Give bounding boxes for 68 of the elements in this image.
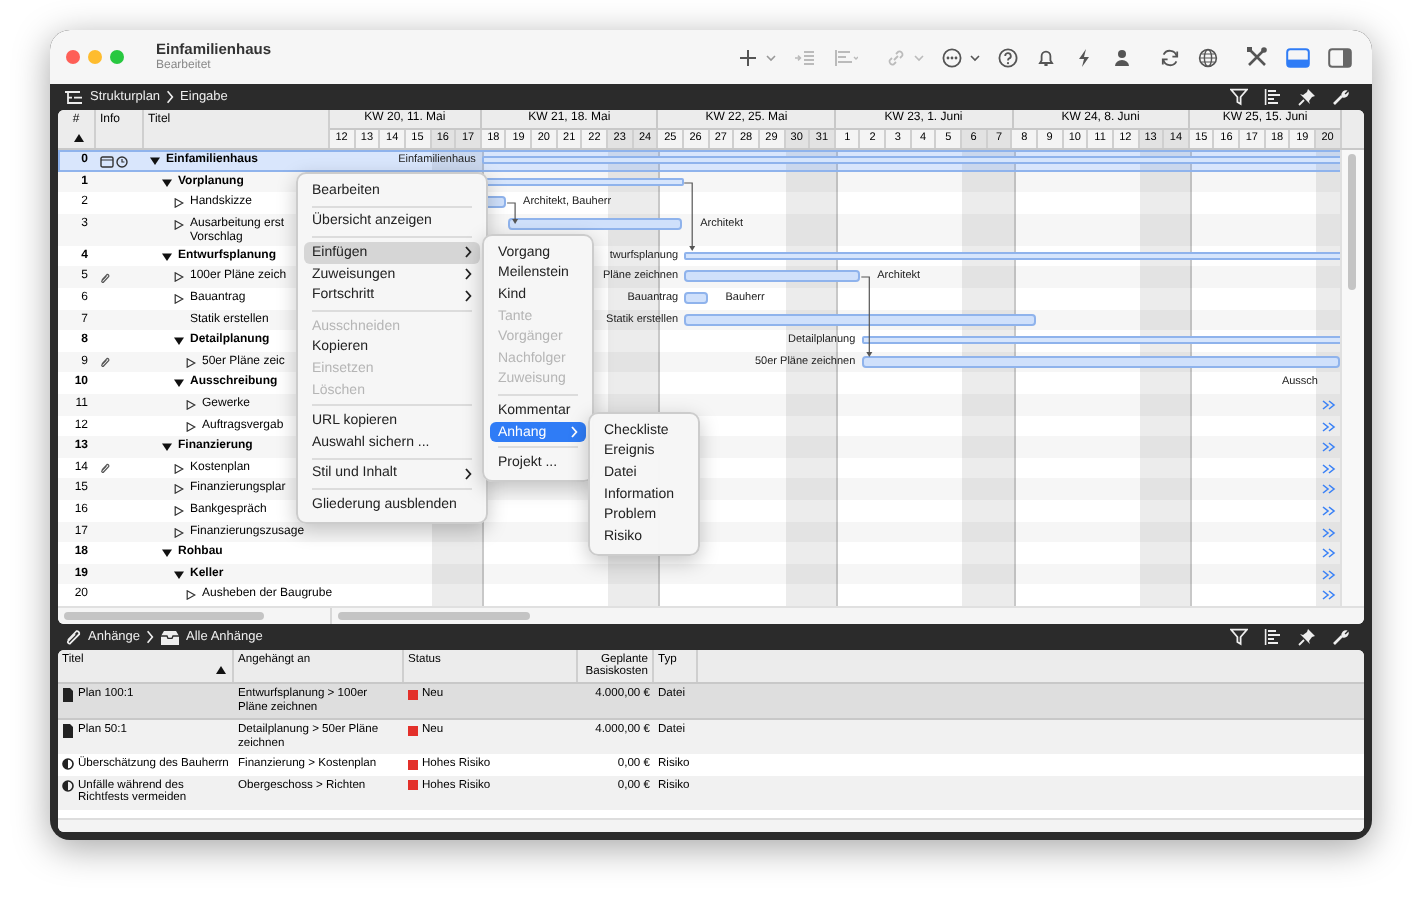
half-circle-icon (62, 779, 74, 792)
double-chevron-icon[interactable] (1322, 590, 1336, 601)
chevron-right-icon (166, 90, 175, 104)
gantt-icon[interactable] (1264, 628, 1282, 646)
sidebar-icon[interactable] (1328, 47, 1352, 67)
wrench-icon[interactable] (1332, 628, 1350, 646)
filter-icon[interactable] (1230, 628, 1248, 646)
collapsed-triangle-icon[interactable] (174, 198, 184, 209)
dependency-arrow (683, 182, 696, 251)
pin-icon[interactable] (1298, 88, 1316, 106)
collapsed-triangle-icon[interactable] (174, 463, 184, 474)
help-icon[interactable] (998, 47, 1018, 67)
document-icon (62, 688, 74, 703)
outline-icon (64, 89, 84, 105)
collapsed-triangle-icon[interactable] (186, 399, 196, 410)
double-chevron-icon[interactable] (1322, 548, 1336, 559)
collapsed-triangle-icon[interactable] (174, 527, 184, 537)
collapsed-triangle-icon[interactable] (186, 421, 196, 432)
collapsed-triangle-icon[interactable] (174, 293, 184, 304)
scroll-thumb[interactable] (338, 612, 530, 621)
wrench-icon[interactable] (1332, 88, 1350, 106)
collapsed-triangle-icon[interactable] (174, 505, 184, 516)
paperclip-icon (64, 628, 82, 646)
pin-icon[interactable] (1298, 628, 1316, 646)
scroll-thumb[interactable] (1348, 154, 1356, 290)
globe-icon[interactable] (1198, 47, 1218, 67)
bottom-panel-icon[interactable] (1286, 47, 1310, 67)
chevron-right-icon (146, 630, 155, 644)
expanded-triangle-icon[interactable] (162, 548, 172, 559)
expanded-triangle-icon[interactable] (174, 378, 184, 389)
double-chevron-icon[interactable] (1322, 527, 1336, 537)
double-chevron-icon[interactable] (1322, 569, 1336, 580)
refresh-icon[interactable] (1160, 47, 1180, 67)
expanded-triangle-icon[interactable] (174, 569, 184, 580)
collapsed-triangle-icon[interactable] (174, 484, 184, 495)
collapsed-triangle-icon[interactable] (186, 357, 196, 368)
gantt-icon[interactable] (1264, 88, 1282, 106)
double-chevron-icon[interactable] (1322, 421, 1336, 432)
close-button[interactable] (66, 50, 80, 64)
person-icon[interactable] (1112, 47, 1132, 67)
dependency-arrow (506, 202, 519, 224)
tray-icon (160, 629, 181, 645)
expanded-triangle-icon[interactable] (162, 442, 172, 453)
plus-icon[interactable] (738, 47, 758, 67)
expanded-triangle-icon[interactable] (150, 156, 160, 166)
dependency-arrow (860, 276, 873, 357)
half-circle-icon (62, 758, 74, 771)
scroll-thumb[interactable] (64, 612, 264, 621)
double-chevron-icon[interactable] (1322, 399, 1336, 410)
ellipsis-circle-icon[interactable] (942, 47, 962, 67)
filter-icon[interactable] (1230, 88, 1248, 106)
chevron-down-icon[interactable] (970, 53, 980, 61)
expanded-triangle-icon[interactable] (174, 336, 184, 347)
tools-icon[interactable] (1246, 46, 1268, 68)
double-chevron-icon[interactable] (1322, 484, 1336, 495)
collapsed-triangle-icon[interactable] (186, 590, 196, 601)
double-chevron-icon[interactable] (1322, 463, 1336, 474)
chevron-right-icon (460, 467, 472, 480)
double-chevron-icon[interactable] (1322, 442, 1336, 453)
lightning-icon[interactable] (1074, 47, 1094, 67)
collapsed-triangle-icon[interactable] (174, 272, 184, 283)
document-icon (62, 724, 74, 739)
double-chevron-icon[interactable] (1322, 505, 1336, 516)
expanded-triangle-icon[interactable] (162, 177, 172, 188)
chevron-right-icon (566, 426, 578, 439)
collapsed-triangle-icon[interactable] (174, 219, 184, 230)
bell-icon[interactable] (1036, 47, 1056, 67)
expanded-triangle-icon[interactable] (162, 251, 172, 262)
